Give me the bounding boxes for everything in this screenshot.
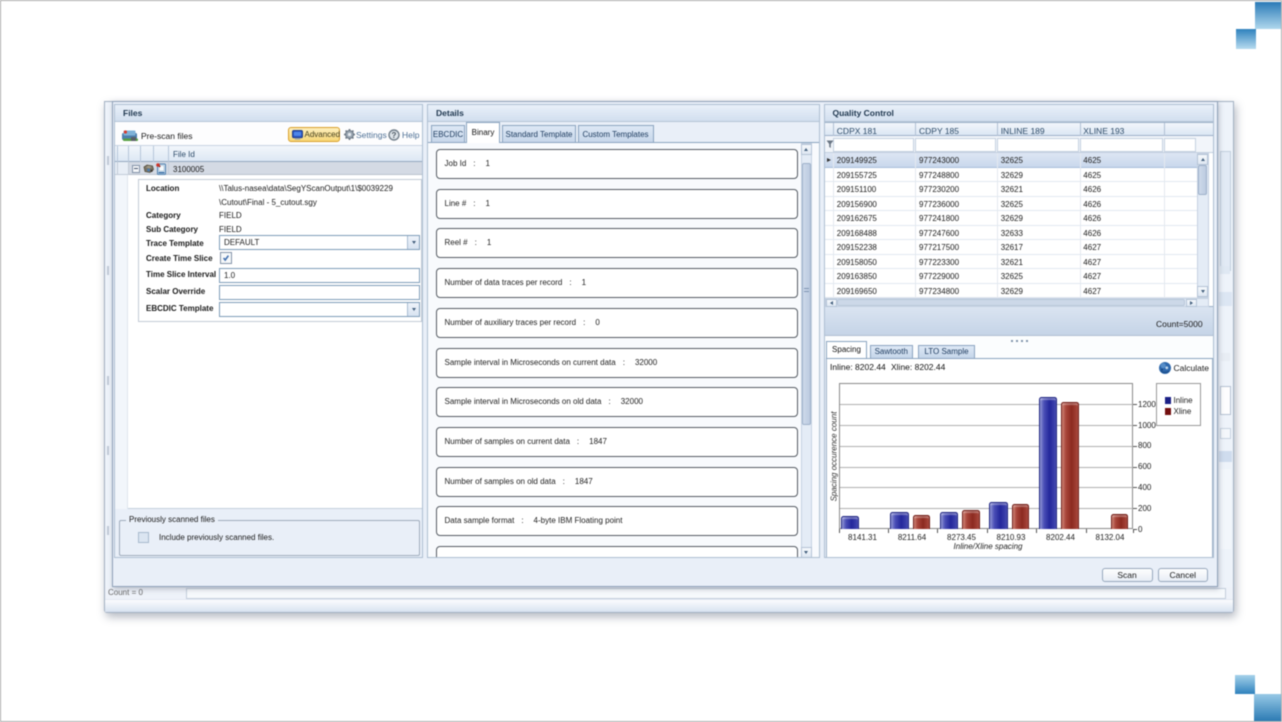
svg-text:?: ? xyxy=(392,130,397,139)
